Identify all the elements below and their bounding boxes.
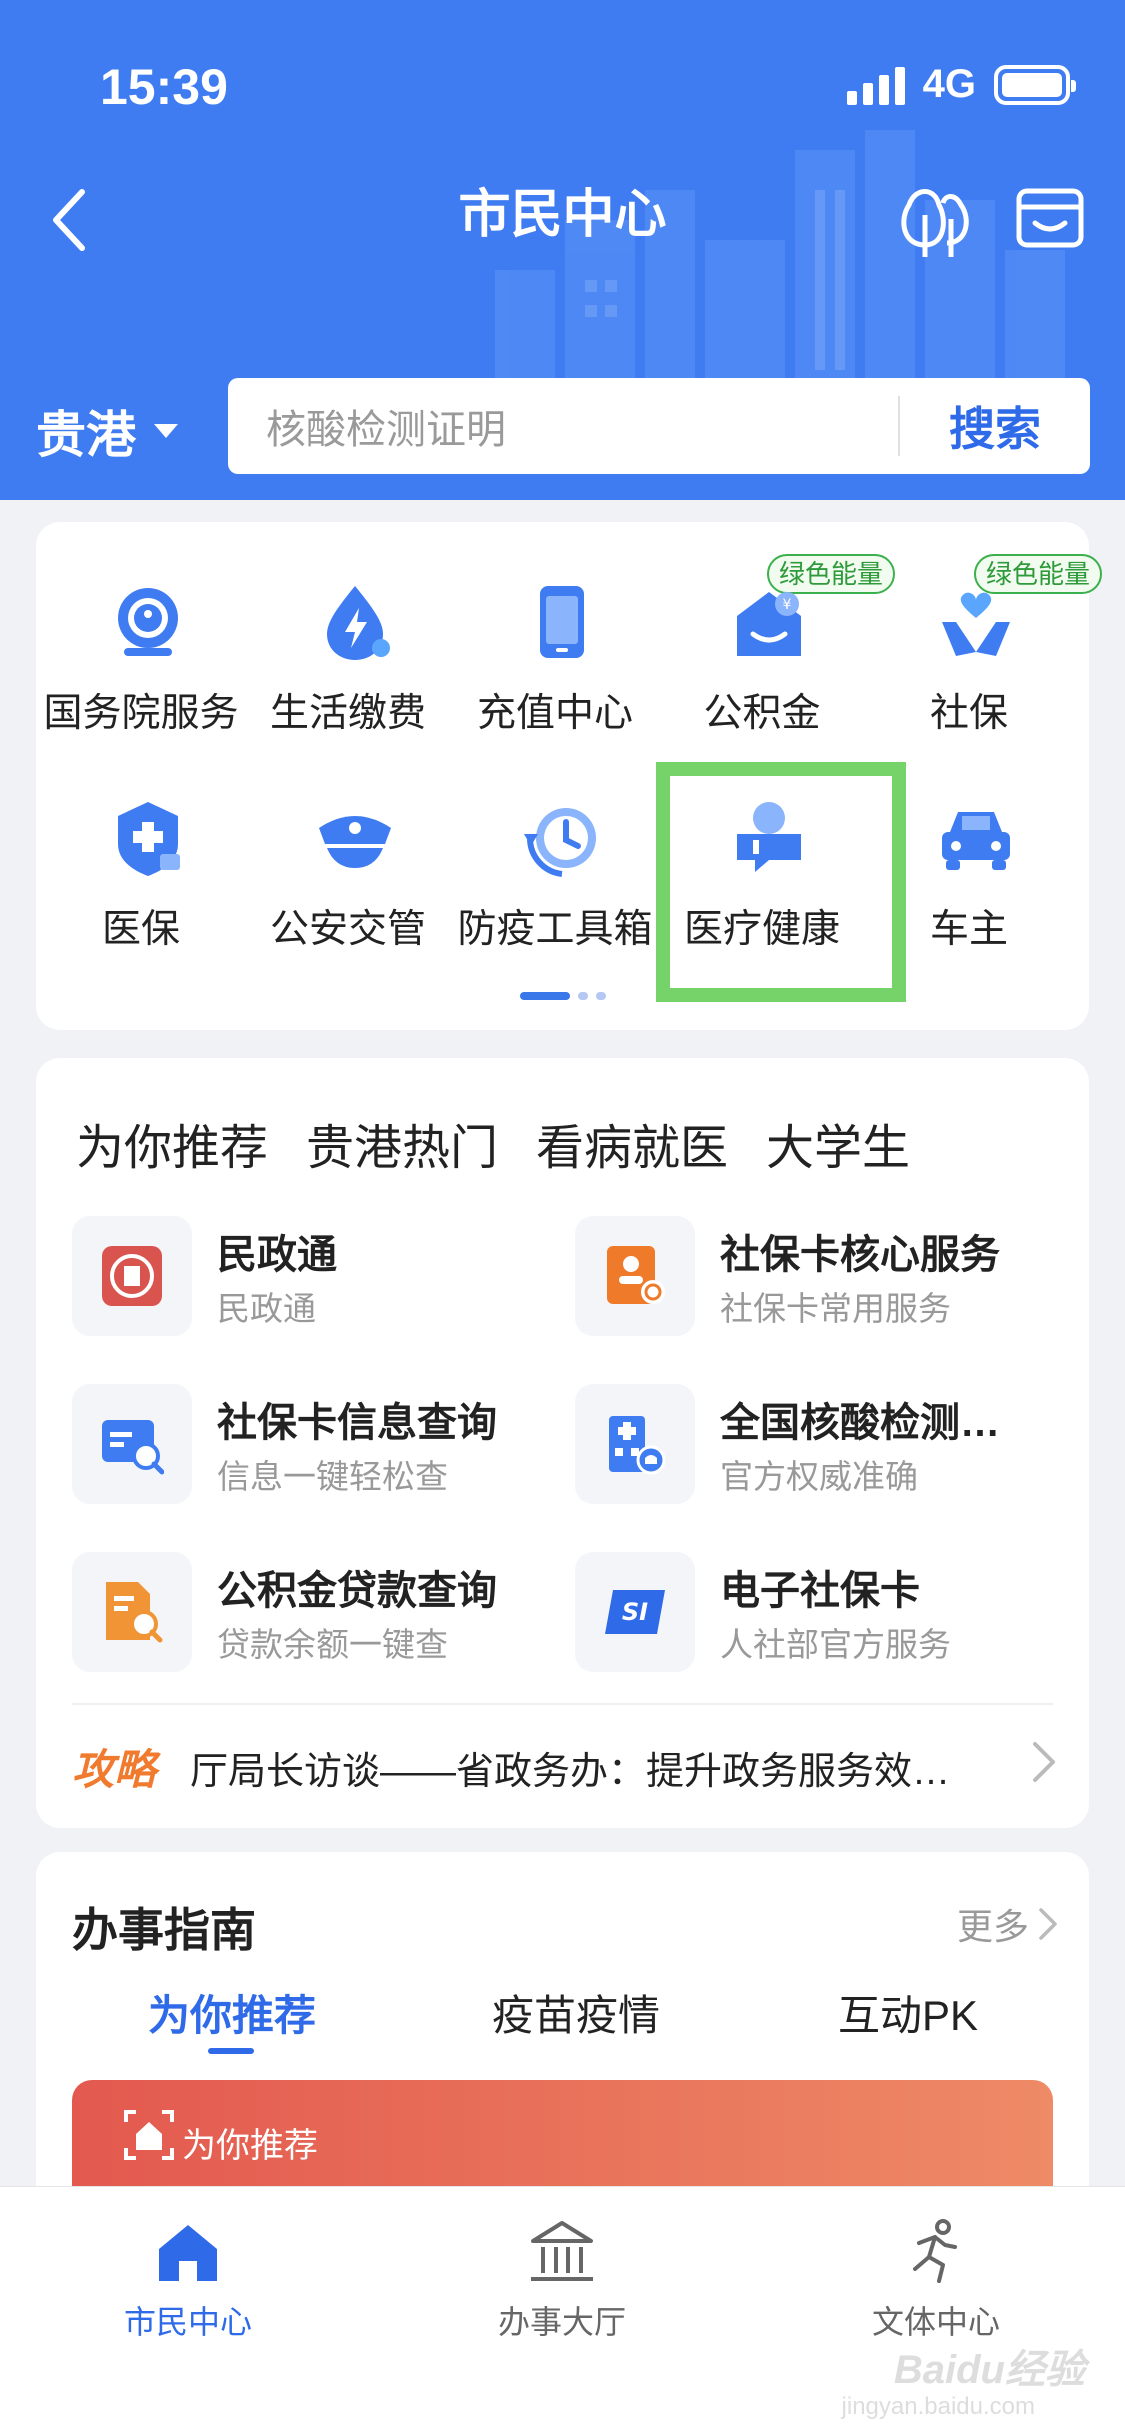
police-cap-icon (319, 816, 391, 868)
city-selector[interactable]: 贵港 (36, 395, 178, 467)
chevron-right-icon[interactable] (1029, 1740, 1059, 1784)
recommend-item-fund-loan-query[interactable]: 公积金贷款查询 贷款余额一键查 (72, 1552, 562, 1682)
tab-college[interactable]: 大学生 (766, 1108, 910, 1178)
hospital-icon (609, 1416, 666, 1475)
news-headline[interactable]: 厅局长访谈——省政务办：提升政务服务效… (190, 1740, 1010, 1795)
status-time: 15:39 (100, 59, 228, 115)
recommend-item-card-info-query[interactable]: 社保卡信息查询 信息一键轻松查 (72, 1384, 562, 1514)
wallet-icon[interactable] (1015, 185, 1085, 250)
search-button[interactable]: 搜索 (900, 393, 1090, 459)
search-bar[interactable]: 核酸检测证明 搜索 (228, 378, 1090, 474)
epidemic-clock-icon (524, 808, 596, 877)
svg-text:SI: SI (622, 1598, 648, 1626)
section-title: 办事指南 (72, 1904, 256, 1956)
utility-payment-icon (327, 586, 390, 660)
recommend-item-nucleic-test[interactable]: 全国核酸检测… 官方权威准确 (575, 1384, 1065, 1514)
document-search-icon (106, 1582, 163, 1643)
services-grid: 国务院服务 生活缴费 充值中心 绿色能量 ¥ 公积金 绿色能量 社保 医保 公安… (36, 522, 1103, 1030)
city-skyline-decoration (495, 130, 1065, 410)
recharge-icon (540, 586, 584, 658)
service-item-recharge[interactable]: 充值中心 (450, 582, 660, 772)
highlight-box (656, 762, 906, 1002)
recommend-section: 为你推荐 贵港热门 看病就医 大学生 民政通 民政通 社保卡核心服务 社保卡常用… (36, 1058, 1089, 1828)
watermark-logo: Baidu经验 (893, 2348, 1085, 2392)
city-name: 贵港 (36, 407, 136, 463)
service-item-epidemic-toolbox[interactable]: 防疫工具箱 (450, 798, 660, 988)
tab-interactive-pk[interactable]: 互动PK (838, 1982, 978, 2043)
battery-icon (994, 64, 1076, 105)
si-card-icon: SI (605, 1590, 665, 1634)
recommend-tabs: 为你推荐 贵港热门 看病就医 大学生 (76, 1108, 910, 1178)
tab-guide-for-you[interactable]: 为你推荐 (148, 1982, 316, 2043)
service-item-social-security[interactable]: 绿色能量 社保 (864, 554, 1103, 772)
tab-guigang-hot[interactable]: 贵港热门 (306, 1108, 498, 1178)
status-bar: 15:39 4G (0, 50, 1125, 130)
tab-vaccine-epidemic[interactable]: 疫苗疫情 (492, 1982, 660, 2043)
nav-citizen-center[interactable]: 市民中心 (58, 2217, 318, 2343)
header: 15:39 4G 市民中心 贵港 核酸检测证明 搜索 (0, 0, 1125, 500)
recommend-item-social-card-service[interactable]: 社保卡核心服务 社保卡常用服务 (575, 1216, 1065, 1346)
signal-icon (846, 65, 905, 105)
nav-culture-sports[interactable]: 文体中心 (806, 2217, 1066, 2343)
state-council-icon (118, 588, 178, 656)
car-icon (942, 812, 1010, 870)
caret-down-icon (154, 424, 178, 438)
network-type: 4G (922, 62, 976, 106)
news-tag: 攻略 (72, 1746, 157, 1793)
active-tab-indicator (208, 2048, 254, 2054)
page-indicator (36, 992, 1089, 1000)
service-item-state-council[interactable]: 国务院服务 (36, 582, 246, 772)
tab-for-you[interactable]: 为你推荐 (76, 1108, 268, 1178)
social-card-service-icon (607, 1246, 665, 1304)
nav-service-hall[interactable]: 办事大厅 (432, 2217, 692, 2343)
tree-icon[interactable] (895, 175, 975, 260)
social-security-icon (942, 592, 1010, 656)
home-icon (159, 2225, 217, 2281)
chevron-right-icon (1039, 1908, 1057, 1940)
svg-text:¥: ¥ (783, 597, 792, 613)
watermark-url: jingyan.baidu.com (841, 2393, 1035, 2420)
service-item-police-traffic[interactable]: 公安交管 (243, 798, 453, 988)
civil-affairs-icon (102, 1246, 162, 1306)
housing-fund-icon: ¥ (737, 592, 801, 656)
bottom-nav: 市民中心 办事大厅 文体中心 Baidu经验 jingyan.baidu.com (0, 2186, 1125, 2436)
running-icon (913, 2219, 957, 2283)
recommend-item-e-social-card[interactable]: SI 电子社保卡 人社部官方服务 (575, 1552, 1065, 1682)
government-hall-icon (531, 2221, 593, 2281)
tab-medical[interactable]: 看病就医 (536, 1108, 728, 1178)
service-item-medical-insurance[interactable]: 医保 (36, 798, 246, 988)
card-search-icon (102, 1420, 164, 1475)
service-item-utility-payment[interactable]: 生活缴费 (243, 582, 453, 772)
home-scan-icon (124, 2110, 174, 2160)
search-input[interactable]: 核酸检测证明 (228, 397, 898, 455)
medical-insurance-icon (118, 802, 180, 876)
recommend-item-civil-affairs[interactable]: 民政通 民政通 (72, 1216, 562, 1346)
more-link[interactable]: 更多 (957, 1898, 1059, 1950)
service-item-housing-fund[interactable]: 绿色能量 ¥ 公积金 (657, 554, 896, 772)
